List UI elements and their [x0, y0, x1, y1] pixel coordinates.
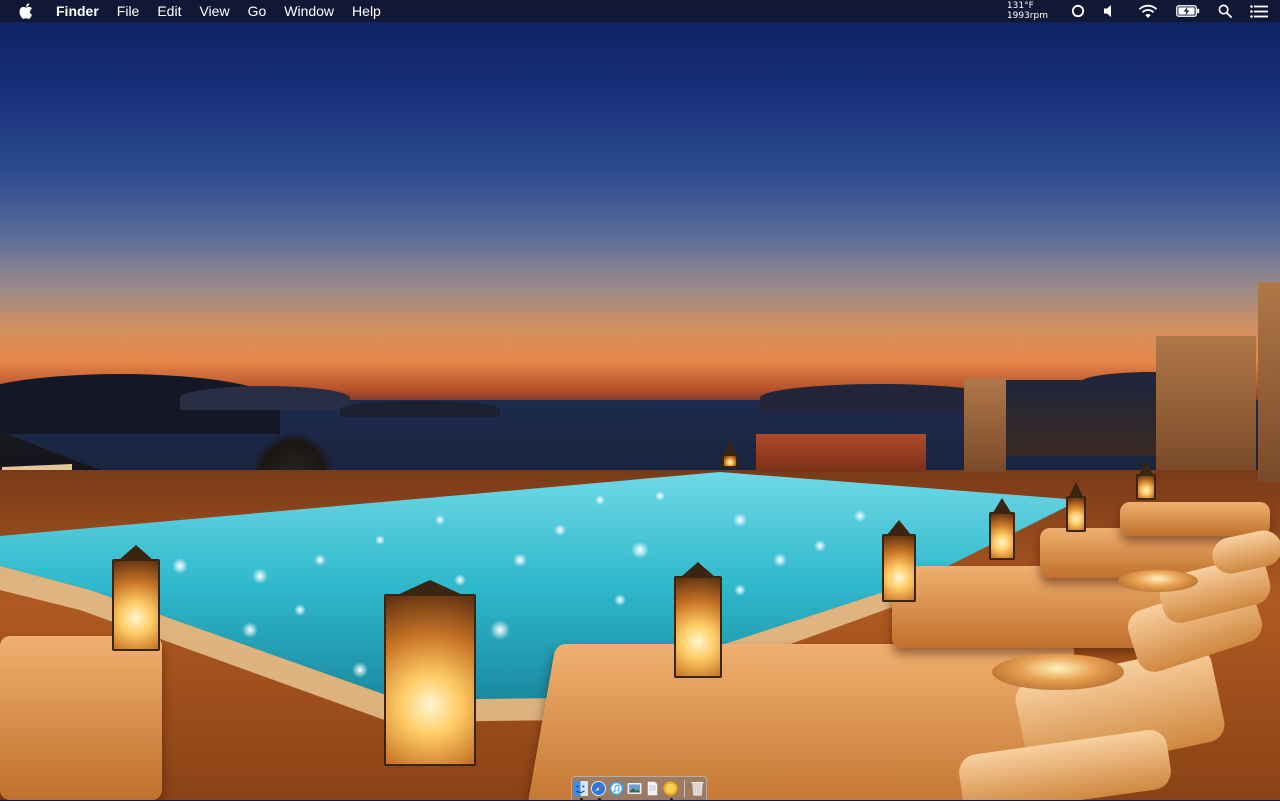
- sensor-readout[interactable]: 131°F 1993rpm: [1007, 1, 1062, 21]
- wallpaper-lantern: [722, 440, 738, 468]
- notification-center-icon[interactable]: [1250, 0, 1268, 22]
- preview-icon[interactable]: [627, 781, 643, 797]
- temperature-reading: 131°F: [1007, 1, 1048, 11]
- record-circle-icon[interactable]: [1071, 0, 1085, 22]
- wallpaper-stone-wall: [1258, 282, 1280, 482]
- wallpaper-lantern: [1136, 460, 1156, 500]
- wallpaper-lantern: [989, 498, 1015, 560]
- wallpaper-lantern: [882, 520, 916, 602]
- wallpaper-stone-wall: [1156, 336, 1256, 470]
- dock: [571, 776, 707, 800]
- menu-view[interactable]: View: [190, 0, 238, 22]
- volume-icon[interactable]: [1103, 0, 1115, 22]
- apple-menu[interactable]: [0, 3, 47, 19]
- wallpaper-terrace: [756, 434, 926, 472]
- wallpaper-window: [1006, 380, 1158, 456]
- safari-icon[interactable]: [591, 781, 607, 797]
- wallpaper-table: [1118, 570, 1198, 592]
- menu-bar-left: Finder File Edit View Go Window Help: [0, 0, 390, 22]
- wallpaper-lantern: [1066, 482, 1086, 532]
- app-menu-finder[interactable]: Finder: [47, 0, 108, 22]
- spotlight-search-icon[interactable]: [1218, 0, 1232, 22]
- wallpaper-hill: [180, 386, 350, 410]
- menu-go[interactable]: Go: [239, 0, 276, 22]
- wallpaper-hill: [340, 401, 500, 417]
- dock-separator: [684, 780, 685, 798]
- apple-icon: [19, 3, 33, 19]
- fan-speed-reading: 1993rpm: [1007, 11, 1048, 21]
- trash-icon[interactable]: [690, 781, 706, 797]
- wifi-icon[interactable]: [1138, 0, 1158, 22]
- wallpaper-lounger: [0, 636, 162, 800]
- menu-file[interactable]: File: [108, 0, 149, 22]
- menu-help[interactable]: Help: [343, 0, 390, 22]
- wallpaper-stone-wall: [964, 378, 1006, 472]
- wallpaper-sky: [0, 0, 1280, 410]
- running-indicator: [598, 798, 601, 801]
- finder-icon[interactable]: [573, 781, 589, 797]
- running-indicator: [670, 798, 673, 801]
- wallpaper-table: [992, 654, 1124, 690]
- wallpaper-lantern: [674, 562, 722, 678]
- itunes-icon[interactable]: [609, 781, 625, 797]
- wallpaper-lantern: [112, 545, 160, 651]
- desktop-wallpaper: [0, 0, 1280, 800]
- wallpaper-lounger: [1120, 502, 1270, 536]
- menu-bar: Finder File Edit View Go Window Help 131…: [0, 0, 1280, 22]
- system-monitor-icon[interactable]: [663, 781, 679, 797]
- running-indicator: [580, 798, 583, 801]
- menu-bar-right: 131°F 1993rpm: [1007, 0, 1280, 22]
- menu-window[interactable]: Window: [275, 0, 343, 22]
- menu-edit[interactable]: Edit: [148, 0, 190, 22]
- wallpaper-lantern: [384, 580, 476, 766]
- battery-charging-icon[interactable]: [1176, 0, 1200, 22]
- textedit-icon[interactable]: [645, 781, 661, 797]
